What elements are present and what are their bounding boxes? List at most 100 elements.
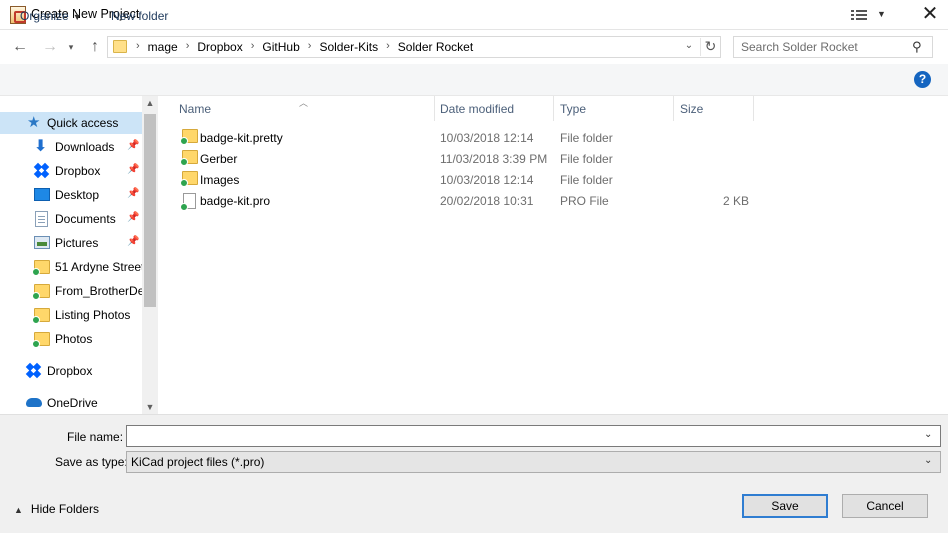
column-header-size[interactable]: Size <box>674 96 754 121</box>
nav-item-label: 51 Ardyne Street <box>55 260 142 274</box>
file-type: File folder <box>560 173 613 187</box>
breadcrumb-item[interactable]: mage <box>148 40 178 54</box>
sync-check-icon <box>180 203 188 211</box>
column-header-type[interactable]: Type <box>554 96 674 121</box>
breadcrumb-item[interactable]: Solder-Kits <box>319 40 378 54</box>
back-arrow-icon[interactable]: ← <box>9 37 31 57</box>
file-name: badge-kit.pretty <box>200 131 283 145</box>
nav-item-dropbox[interactable]: Dropbox 📌 <box>0 160 142 182</box>
file-name: Gerber <box>200 152 238 166</box>
file-row[interactable]: badge-kit.pretty 10/03/2018 12:14 File f… <box>174 127 754 148</box>
sync-check-icon <box>32 268 40 276</box>
scroll-up-icon[interactable]: ▲ <box>142 98 158 108</box>
file-row[interactable]: Gerber 11/03/2018 3:39 PM File folder <box>174 148 754 169</box>
chevron-right-icon[interactable]: › <box>136 40 140 54</box>
onedrive-icon <box>26 398 42 407</box>
nav-item-desktop[interactable]: Desktop 📌 <box>0 184 142 206</box>
search-input[interactable]: Search Solder Rocket ⚲ <box>733 36 933 58</box>
save-as-type-select[interactable]: KiCad project files (*.pro) <box>126 451 941 473</box>
navigation-scrollbar[interactable]: ▲ ▼ <box>142 96 158 414</box>
folder-icon <box>180 129 198 145</box>
nav-item-label: Dropbox <box>47 364 93 378</box>
folder-icon <box>32 260 50 276</box>
help-icon[interactable]: ? <box>914 71 931 88</box>
star-icon: ★ <box>27 114 41 131</box>
file-name-label: File name: <box>67 430 124 444</box>
file-name-field[interactable] <box>126 425 941 447</box>
nav-item-51-ardyne-street[interactable]: 51 Ardyne Street <box>0 256 142 278</box>
breadcrumb-item[interactable]: Dropbox <box>197 40 242 54</box>
chevron-down-icon[interactable]: ⌄ <box>682 40 696 54</box>
view-options-icon[interactable] <box>851 9 867 22</box>
breadcrumb-item[interactable]: Solder Rocket <box>398 40 473 54</box>
chevron-right-icon[interactable]: › <box>386 40 390 54</box>
nav-item-from-brotherde[interactable]: From_BrotherDe <box>0 280 142 302</box>
chevron-right-icon[interactable]: › <box>186 40 190 54</box>
sync-check-icon <box>32 340 40 348</box>
forward-arrow-icon[interactable]: → <box>39 37 61 57</box>
nav-item-label: From_BrotherDe <box>55 284 142 298</box>
pin-icon: 📌 <box>127 140 140 151</box>
save-as-type-label: Save as type: <box>55 455 128 469</box>
recent-locations-chevron-icon[interactable]: ▾ <box>60 37 82 57</box>
file-row[interactable]: Images 10/03/2018 12:14 File folder <box>174 169 754 190</box>
column-header-date-modified[interactable]: Date modified <box>434 96 554 121</box>
folder-icon <box>180 150 198 166</box>
pin-icon: 📌 <box>127 164 140 175</box>
file-date: 20/02/2018 10:31 <box>440 194 534 208</box>
nav-item-label: OneDrive <box>47 396 98 410</box>
chevron-down-icon[interactable]: ⌄ <box>924 429 932 440</box>
file-row[interactable]: badge-kit.pro 20/02/2018 10:31 PRO File … <box>174 190 754 211</box>
chevron-right-icon[interactable]: › <box>308 40 312 54</box>
nav-item-documents[interactable]: Documents 📌 <box>0 208 142 230</box>
file-list: Name Date modified Type Size badge-kit.p… <box>158 96 948 414</box>
nav-item-label: Photos <box>55 332 93 346</box>
refresh-icon[interactable]: ↻ <box>700 38 720 56</box>
file-date: 11/03/2018 3:39 PM <box>440 152 548 166</box>
nav-item-label: Quick access <box>47 116 119 130</box>
folder-icon <box>32 284 50 300</box>
nav-item-photos[interactable]: Photos <box>0 328 142 350</box>
organize-button[interactable]: Organize ▼ <box>20 9 82 23</box>
pin-icon: 📌 <box>127 236 140 247</box>
chevron-right-icon[interactable]: › <box>251 40 255 54</box>
breadcrumb-item[interactable]: GitHub <box>262 40 299 54</box>
organize-label: Organize <box>20 9 69 23</box>
sort-ascending-icon: ︿ <box>299 98 309 108</box>
dropbox-icon <box>25 362 42 379</box>
column-header-label: Name <box>179 102 212 116</box>
folder-icon <box>113 40 127 53</box>
nav-item-downloads[interactable]: ⬇ Downloads 📌 <box>0 136 142 158</box>
cancel-button[interactable]: Cancel <box>842 494 928 518</box>
file-date: 10/03/2018 12:14 <box>440 131 534 145</box>
caret-down-icon: ▼ <box>72 12 82 22</box>
nav-item-label: Documents <box>55 212 116 226</box>
nav-item-pictures[interactable]: Pictures 📌 <box>0 232 142 254</box>
file-size: 2 KB <box>723 194 750 208</box>
pin-icon: 📌 <box>127 188 140 199</box>
caret-up-icon: ▲ <box>14 505 23 515</box>
sync-check-icon <box>180 179 188 187</box>
new-folder-button[interactable]: New folder <box>111 9 168 23</box>
scrollbar-thumb[interactable] <box>144 114 156 307</box>
caret-down-icon[interactable]: ▼ <box>877 9 886 19</box>
column-header-label: Date modified <box>440 102 515 116</box>
up-arrow-icon[interactable]: ↑ <box>84 37 106 57</box>
save-as-type-value: KiCad project files (*.pro) <box>131 455 265 469</box>
nav-item-label: Dropbox <box>55 164 101 178</box>
nav-item-quick-access[interactable]: ★ Quick access <box>0 112 142 134</box>
pin-icon: 📌 <box>127 212 140 223</box>
close-button[interactable]: ✕ <box>912 0 948 30</box>
nav-item-listing-photos[interactable]: Listing Photos <box>0 304 142 326</box>
nav-item-label: Pictures <box>55 236 99 250</box>
nav-item-onedrive[interactable]: OneDrive <box>0 392 142 414</box>
file-type: PRO File <box>560 194 609 208</box>
breadcrumb: › mage › Dropbox › GitHub › Solder-Kits … <box>132 40 477 54</box>
hide-folders-button[interactable]: ▲ Hide Folders <box>14 502 99 516</box>
file-type: File folder <box>560 131 613 145</box>
nav-item-dropbox-root[interactable]: Dropbox <box>0 360 142 382</box>
save-button[interactable]: Save <box>742 494 828 518</box>
chevron-down-icon[interactable]: ⌄ <box>924 455 932 466</box>
address-bar[interactable]: › mage › Dropbox › GitHub › Solder-Kits … <box>107 36 721 58</box>
scroll-down-icon[interactable]: ▼ <box>142 402 158 412</box>
